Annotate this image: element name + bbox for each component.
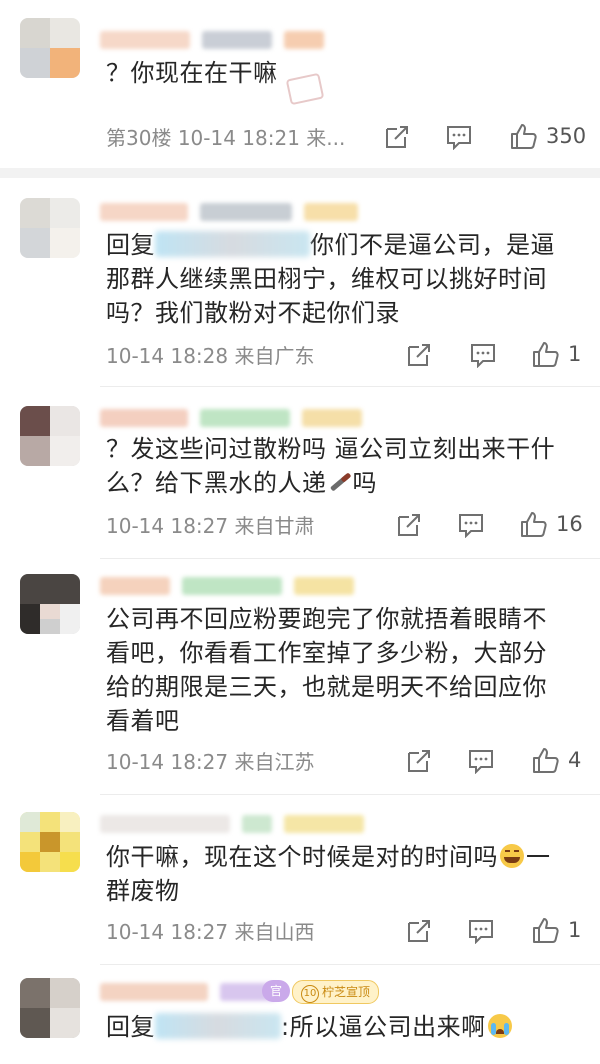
username-blurred[interactable] — [100, 30, 324, 50]
comment-icon[interactable] — [458, 512, 484, 539]
like-count: 350 — [546, 124, 587, 148]
thumbs-up-icon[interactable] — [532, 916, 560, 944]
share-icon[interactable] — [406, 342, 432, 368]
location: 来自江苏 — [234, 749, 315, 774]
comment-text: 你干嘛，现在这个时候是对的时间吗一 群废物 — [106, 843, 551, 905]
floor-number: 第30楼 — [106, 125, 172, 150]
comment-item: ？发这些问过散粉吗 逼公司立刻出来干什 么？给下黑水的人递吗 10-14 18:… — [0, 388, 600, 560]
comment-item: 公司再不回应粉要跑完了你就捂着眼睛不 看吧，你看看工作室掉了多少粉，大部分 给的… — [0, 560, 600, 796]
timestamp: 10-14 18:27 — [106, 919, 229, 944]
comment-text: 公司再不回应粉要跑完了你就捂着眼睛不 看吧，你看看工作室掉了多少粉，大部分 给的… — [106, 605, 547, 735]
like-count: 1 — [568, 342, 582, 366]
avatar[interactable] — [20, 812, 80, 872]
username-blurred[interactable] — [100, 576, 354, 596]
comment-meta: 10-14 18:28 来自广东 — [106, 338, 580, 370]
username-blurred[interactable] — [100, 408, 362, 428]
avatar[interactable] — [20, 406, 80, 466]
comment-text: 回复 你们不是逼公司，是逼 那群人继续黑田栩宁，维权可以挑好时间 吗？我们散粉对不… — [106, 231, 555, 327]
comment-text: ？你现在在干嘛 — [106, 59, 278, 87]
location: 来自山西 — [234, 919, 315, 944]
thumbs-up-icon[interactable] — [532, 746, 560, 774]
crying-emoji-icon — [487, 1014, 512, 1038]
timestamp: 10-14 18:28 — [106, 343, 229, 368]
username-blurred[interactable] — [100, 814, 364, 834]
reply-prefix: 回复 — [106, 231, 155, 259]
comment-icon[interactable] — [470, 342, 496, 369]
like-count: 1 — [568, 918, 582, 942]
avatar[interactable] — [20, 574, 80, 634]
thumbs-up-icon[interactable] — [520, 510, 548, 538]
location: 来... — [306, 125, 346, 150]
timestamp: 10-14 18:27 — [106, 513, 229, 538]
row-divider — [100, 558, 600, 559]
sticker-icon — [285, 72, 325, 106]
share-icon[interactable] — [384, 124, 410, 150]
laughing-emoji-icon — [500, 844, 524, 868]
share-icon[interactable] — [396, 512, 422, 538]
location: 来自广东 — [234, 343, 315, 368]
username-blurred[interactable] — [100, 982, 276, 1002]
like-count: 16 — [556, 512, 583, 536]
comment-icon[interactable] — [446, 124, 472, 151]
comment-meta: 10-14 18:27 来自山西 — [106, 914, 580, 946]
reply-prefix: 回复 — [106, 1013, 155, 1041]
timestamp: 10-14 18:21 — [177, 125, 300, 150]
row-divider — [100, 794, 600, 795]
mentioned-user-blurred[interactable] — [155, 1013, 281, 1039]
row-divider — [100, 964, 600, 965]
fan-level-badge: 10 柠芝宣顶 — [292, 980, 380, 1004]
comment-item: ？你现在在干嘛 第30楼 10-14 18:21 来... 350 — [0, 0, 600, 170]
comment-text: 回复:所以逼公司出来啊 — [106, 1010, 578, 1044]
share-icon[interactable] — [406, 918, 432, 944]
comment-meta: 10-14 18:27 来自甘肃 — [106, 508, 580, 540]
row-divider — [100, 386, 600, 387]
comment-meta: 10-14 18:27 来自江苏 — [106, 744, 580, 776]
timestamp: 10-14 18:27 — [106, 749, 229, 774]
location: 来自甘肃 — [234, 513, 315, 538]
share-icon[interactable] — [406, 748, 432, 774]
avatar[interactable] — [20, 18, 80, 78]
section-divider — [0, 168, 600, 178]
comment-text: ？发这些问过散粉吗 逼公司立刻出来干什 么？给下黑水的人递吗 — [106, 435, 556, 497]
like-count: 4 — [568, 748, 582, 772]
mentioned-user-blurred[interactable] — [155, 231, 310, 257]
avatar[interactable] — [20, 978, 80, 1038]
comment-item: 回复 你们不是逼公司，是逼 那群人继续黑田栩宁，维权可以挑好时间 吗？我们散粉对不… — [0, 178, 600, 388]
comment-item: 你干嘛，现在这个时候是对的时间吗一 群废物 10-14 18:27 来自山西 1 — [0, 796, 600, 966]
avatar[interactable] — [20, 198, 80, 258]
comment-meta: 第30楼 10-14 18:21 来... — [106, 120, 580, 152]
official-badge: 官 — [262, 980, 291, 1002]
username-blurred[interactable] — [100, 202, 358, 222]
comment-item: 官 10 柠芝宣顶 回复:所以逼公司出来啊 — [0, 966, 600, 1064]
knife-emoji-icon — [327, 471, 353, 493]
comment-icon[interactable] — [468, 918, 494, 945]
fan-level-number: 10 — [301, 985, 319, 1003]
thumbs-up-icon[interactable] — [532, 340, 560, 368]
comment-icon[interactable] — [468, 748, 494, 775]
thumbs-up-icon[interactable] — [510, 122, 538, 150]
